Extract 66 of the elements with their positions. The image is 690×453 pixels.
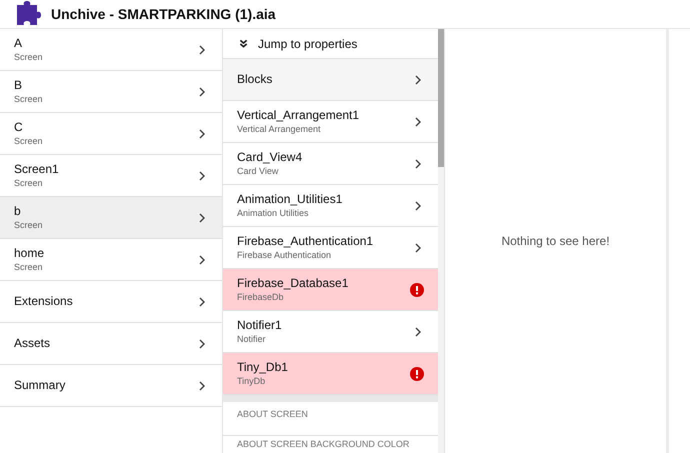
error-icon: [410, 366, 424, 380]
item-type: Screen: [14, 93, 43, 105]
item-label: home: [14, 246, 44, 261]
chevron-right-icon: [414, 116, 422, 126]
sidebar-item[interactable]: C Screen: [0, 113, 222, 155]
chevron-right-icon: [198, 128, 206, 138]
item-label: C: [14, 120, 24, 135]
sidebar-item[interactable]: Summary: [0, 365, 222, 407]
chevron-right-icon: [414, 158, 422, 168]
item-type: Screen: [14, 51, 43, 63]
sidebar-item[interactable]: Assets: [0, 323, 222, 365]
sidebar-item[interactable]: b Screen: [0, 197, 222, 239]
scrollbar-thumb[interactable]: [438, 29, 444, 167]
item-type: Screen: [14, 135, 43, 147]
component-type: Vertical Arrangement: [237, 123, 322, 135]
chevron-right-icon: [198, 212, 206, 222]
component-name: Animation_Utilities1: [237, 192, 342, 207]
section-heading: ABOUT SCREEN BACKGROUND COLOR: [236, 438, 410, 449]
window-title: Unchive - SMARTPARKING (1).aia: [51, 6, 276, 22]
component-name: Notifier1: [237, 318, 282, 333]
sidebar-item[interactable]: B Screen: [0, 71, 222, 113]
item-label: B: [14, 78, 24, 93]
scrollbar[interactable]: [438, 29, 444, 453]
component-item[interactable]: Tiny_Db1 TinyDb: [223, 353, 438, 395]
chevron-right-icon: [198, 296, 206, 306]
chevron-right-icon: [198, 44, 206, 54]
component-type: FirebaseDb: [237, 291, 285, 303]
component-name: Vertical_Arrangement1: [237, 108, 360, 123]
blocks-item[interactable]: Blocks: [223, 59, 438, 101]
component-type: Animation Utilities: [237, 207, 310, 219]
chevron-right-icon: [414, 242, 422, 252]
chevron-right-icon: [414, 74, 422, 84]
double-chevron-down-icon: [239, 39, 248, 48]
component-name: Firebase_Database1: [237, 276, 348, 291]
item-label: Summary: [14, 378, 66, 393]
chevron-right-icon: [414, 326, 422, 336]
item-type: Screen: [14, 177, 44, 189]
component-name: Firebase_Authentication1: [237, 234, 374, 249]
component-name: Tiny_Db1: [237, 360, 288, 375]
empty-message: Nothing to see here!: [501, 234, 610, 248]
item-label: Screen1: [14, 162, 59, 177]
chevron-right-icon: [198, 254, 206, 264]
sidebar-item[interactable]: Extensions: [0, 281, 222, 323]
item-label: Blocks: [237, 72, 272, 87]
item-label: Extensions: [14, 294, 73, 309]
puzzle-piece-icon: [15, 1, 43, 27]
chevron-right-icon: [198, 338, 206, 348]
component-type: Firebase Authentication: [237, 249, 332, 261]
error-icon: [410, 282, 424, 296]
jump-link-label: Jump to properties: [258, 36, 358, 50]
component-type: TinyDb: [237, 375, 266, 387]
component-item[interactable]: Firebase_Database1 FirebaseDb: [223, 269, 438, 311]
component-name: Card_View4: [237, 150, 302, 165]
sidebar-item[interactable]: A Screen: [0, 29, 222, 71]
chevron-right-icon: [198, 380, 206, 390]
item-type: Screen: [14, 261, 44, 273]
item-label: A: [14, 36, 24, 51]
item-label: Assets: [14, 336, 50, 351]
item-type: Screen: [14, 219, 43, 231]
item-label: b: [14, 204, 22, 219]
sidebar-item[interactable]: home Screen: [0, 239, 222, 281]
component-type: Card View: [237, 165, 280, 177]
chevron-right-icon: [198, 170, 206, 180]
chevron-right-icon: [198, 86, 206, 96]
component-type: Notifier: [237, 333, 267, 345]
chevron-right-icon: [414, 200, 422, 210]
